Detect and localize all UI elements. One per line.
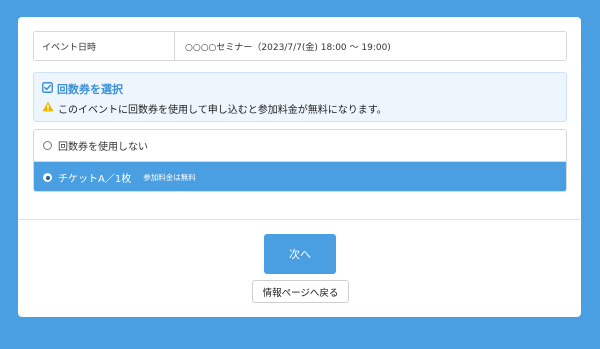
back-to-info-button[interactable]: 情報ページへ戻る [252, 280, 349, 303]
option-label: チケットA／1枚 [58, 174, 132, 185]
event-info-table: イベント日時 ○○○○セミナー（2023/7/7(金) 18:00 〜 19:0… [33, 31, 567, 61]
warning-icon [42, 101, 54, 115]
notice-message-row: このイベントに回数券を使用して申し込むと参加料金が無料になります。 [42, 101, 566, 116]
radio-unselected-icon[interactable] [43, 141, 52, 150]
option-note: 参加料金は無料 [143, 173, 196, 182]
option-label: 回数券を使用しない [58, 142, 148, 153]
notice-title-row: 回数券を選択 [42, 82, 566, 96]
event-datetime-value: ○○○○セミナー（2023/7/7(金) 18:00 〜 19:00) [185, 42, 391, 53]
notice-message: このイベントに回数券を使用して申し込むと参加料金が無料になります。 [58, 104, 387, 116]
card-panel: イベント日時 ○○○○セミナー（2023/7/7(金) 18:00 〜 19:0… [18, 17, 581, 317]
ticket-notice-box: 回数券を選択 このイベントに回数券を使用して申し込むと参加料金が無料になります。 [33, 72, 567, 122]
event-datetime-label: イベント日時 [34, 32, 175, 60]
divider [18, 219, 581, 220]
option-no-ticket[interactable]: 回数券を使用しない [34, 130, 566, 161]
check-square-icon [42, 82, 53, 96]
notice-title: 回数券を選択 [57, 83, 123, 96]
radio-selected-icon[interactable] [43, 173, 52, 182]
next-button[interactable]: 次へ [264, 234, 336, 274]
ticket-option-list: 回数券を使用しない チケットA／1枚 参加料金は無料 [33, 129, 567, 192]
option-ticket-a[interactable]: チケットA／1枚 参加料金は無料 [34, 161, 566, 191]
